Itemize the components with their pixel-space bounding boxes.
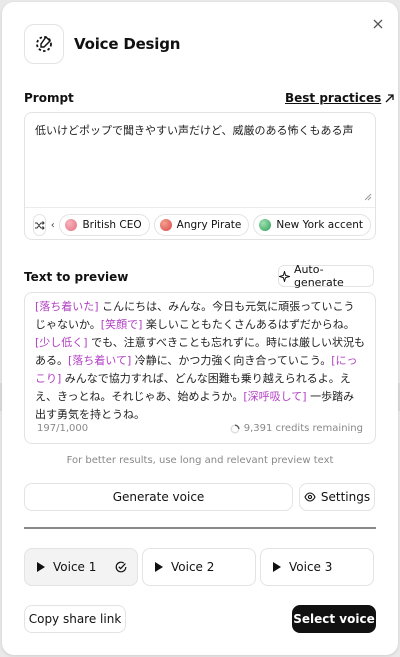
- prompt-field[interactable]: 低いけどポップで聞きやすい声だけど、威厳のある怖くもある声 ‹ British …: [24, 112, 376, 240]
- prompt-input[interactable]: 低いけどポップで聞きやすい声だけど、威厳のある怖くもある声: [35, 123, 365, 139]
- auto-generate-label: Auto-generate: [293, 263, 344, 289]
- suggestion-chip-british-ceo[interactable]: British CEO: [59, 214, 150, 236]
- prompt-suggestions: ‹ British CEO Angry Pirate New York acce…: [33, 214, 371, 236]
- voice-label: Voice 2: [171, 560, 215, 574]
- preview-segment: 冷静に、かつ力強く向き合っていこう。: [131, 354, 332, 367]
- suggestion-chip-label: New York accent: [276, 219, 363, 231]
- chevron-left-icon[interactable]: ‹: [50, 214, 55, 236]
- avatar-dot: [65, 219, 78, 231]
- generate-voice-button[interactable]: Generate voice: [24, 483, 293, 511]
- voice-option-3[interactable]: Voice 3: [260, 548, 374, 586]
- check-circle-icon: [115, 561, 127, 573]
- suggestion-chip-new-york-accent[interactable]: New York accent: [253, 214, 371, 236]
- emotion-tag: [深呼吸して]: [243, 390, 307, 403]
- prompt-label: Prompt: [24, 91, 74, 105]
- select-voice-button[interactable]: Select voice: [292, 605, 376, 633]
- preview-segment: 楽しいこともたくさんあるはずだからね。: [142, 318, 355, 331]
- section-divider: [24, 527, 376, 529]
- voice-option-1[interactable]: Voice 1: [24, 548, 138, 586]
- play-icon: [37, 562, 45, 572]
- emotion-tag: [笑顔で]: [100, 318, 143, 331]
- settings-button[interactable]: Settings: [299, 483, 375, 511]
- dialog-title: Voice Design: [74, 35, 181, 53]
- arrow-up-right-icon: [385, 93, 394, 102]
- voice-label: Voice 3: [289, 560, 333, 574]
- play-icon: [273, 562, 281, 572]
- avatar-dot: [259, 219, 272, 231]
- best-practices-label: Best practices: [285, 91, 382, 105]
- emotion-tag: [落ち着いて]: [68, 354, 132, 367]
- preview-textarea[interactable]: [落ち着いた] こんにちは、みんな。今日も元気に頑張っていこうじゃないか。[笑顔…: [35, 298, 365, 424]
- credits-remaining: 9,391 credits remaining: [230, 423, 363, 434]
- prompt-divider: [25, 207, 375, 208]
- close-icon[interactable]: [370, 16, 386, 32]
- copy-share-link-button[interactable]: Copy share link: [24, 605, 126, 633]
- best-practices-link[interactable]: Best practices: [285, 91, 394, 105]
- settings-label: Settings: [320, 490, 371, 504]
- progress-ring-icon: [230, 424, 240, 433]
- shuffle-icon[interactable]: [33, 214, 46, 236]
- credits-label: 9,391 credits remaining: [243, 423, 363, 434]
- emotion-tag: [少し低く]: [35, 336, 88, 349]
- character-count: 197/1,000: [37, 423, 89, 434]
- suggestion-chip-angry-pirate[interactable]: Angry Pirate: [153, 214, 250, 236]
- preview-hint: For better results, use long and relevan…: [66, 455, 334, 466]
- voice-option-2[interactable]: Voice 2: [142, 548, 256, 586]
- resize-grip-icon[interactable]: [364, 193, 372, 201]
- avatar-dot: [159, 219, 172, 231]
- voice-design-logo-icon: [24, 24, 64, 64]
- play-icon: [155, 562, 163, 572]
- voice-design-dialog: Voice Design Prompt Best practices 低いけどポ…: [2, 2, 398, 655]
- text-to-preview-label: Text to preview: [24, 270, 129, 284]
- voice-label: Voice 1: [53, 560, 97, 574]
- sparkle-icon: [279, 270, 290, 282]
- eye-icon: [304, 492, 316, 502]
- suggestion-chip-label: British CEO: [82, 219, 142, 231]
- preview-text-field[interactable]: [落ち着いた] こんにちは、みんな。今日も元気に頑張っていこうじゃないか。[笑顔…: [24, 292, 376, 444]
- suggestion-chip-label: Angry Pirate: [176, 219, 242, 231]
- auto-generate-button[interactable]: Auto-generate: [278, 263, 374, 289]
- emotion-tag: [落ち着いた]: [35, 300, 99, 313]
